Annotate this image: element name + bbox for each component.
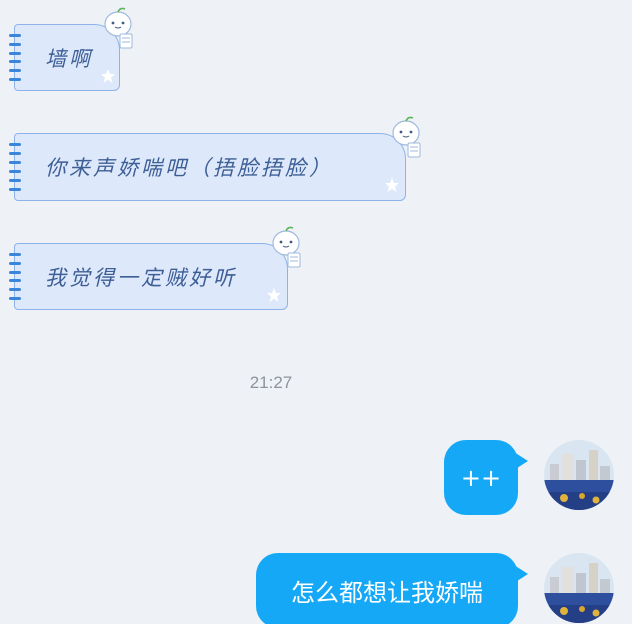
bubble-tail [514, 452, 528, 470]
incoming-message-bubble[interactable]: 你来声娇喘吧（捂脸捂脸） [9, 133, 406, 201]
message-text: 我觉得一定贼好听 [45, 265, 237, 290]
message-text: 墙啊 [45, 46, 93, 71]
chat-window: 墙啊 你来声娇喘吧（捂脸捂脸） 我觉得一定贼好听 21:27 ++ 怎么都想让我… [0, 0, 632, 624]
star-icon [101, 69, 115, 83]
message-text: 你来声娇喘吧（捂脸捂脸） [45, 156, 333, 180]
message-text: 怎么都想让我娇喘 [291, 579, 483, 607]
avatar[interactable] [544, 553, 614, 623]
cartoon-egg-mascot-icon [392, 116, 421, 158]
avatar[interactable] [544, 440, 614, 510]
city-skyline-avatar [544, 553, 614, 623]
star-icon [267, 288, 281, 302]
notebook-spine [9, 140, 21, 194]
notebook-spine [9, 250, 21, 303]
outgoing-message-bubble[interactable]: 怎么都想让我娇喘 [256, 553, 528, 624]
notebook-spine [9, 31, 21, 84]
cartoon-egg-mascot-icon [272, 226, 301, 268]
incoming-message-bubble[interactable]: 我觉得一定贼好听 [9, 243, 288, 310]
bubble-tail [514, 565, 528, 583]
outgoing-message-bubble[interactable]: ++ [444, 440, 528, 515]
message-timestamp: 21:27 [249, 373, 293, 392]
star-icon [385, 178, 399, 192]
city-skyline-avatar [544, 440, 614, 510]
cartoon-egg-mascot-icon [104, 7, 133, 49]
message-text: ++ [460, 463, 502, 492]
